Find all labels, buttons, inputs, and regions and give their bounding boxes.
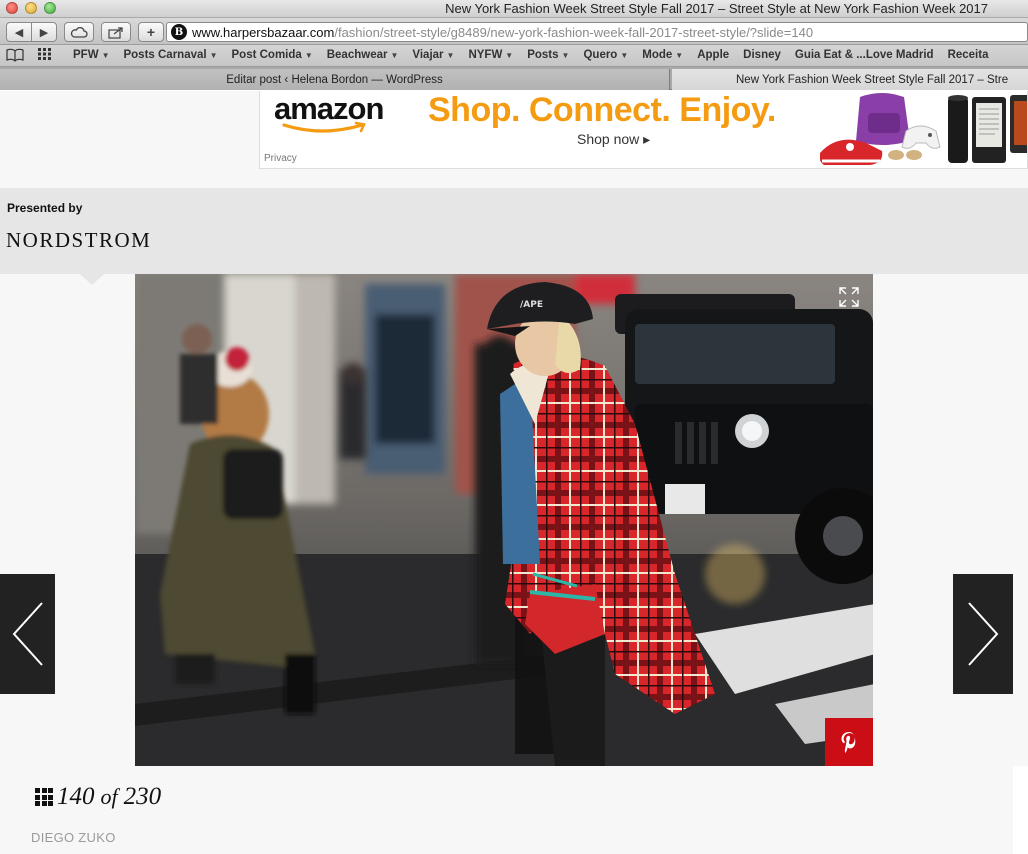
tab-bar: Editar post ‹ Helena Bordon — WordPress … (0, 67, 1028, 90)
bookmark-item[interactable]: Apple (690, 49, 736, 61)
bookmarks-bar: PFW ▼ Posts Carnaval ▼ Post Comida ▼ Beachwear… (0, 45, 1028, 67)
top-sites-icon[interactable] (36, 48, 54, 63)
slide-of-label: of (100, 784, 118, 809)
share-button[interactable] (101, 22, 131, 42)
bookmark-label: Viajar (412, 49, 444, 61)
bookmark-label: Beachwear (326, 49, 388, 61)
bookmark-label: PFW (73, 49, 99, 61)
chevron-down-icon: ▼ (446, 50, 455, 60)
sponsor-band: Presented by NORDSTROM (0, 188, 1028, 274)
chevron-left-icon (12, 602, 43, 666)
bookmark-item[interactable]: Guia Eat & ...Love Madrid (788, 49, 941, 61)
svg-text:/APE: /APE (520, 300, 543, 310)
share-icon (108, 26, 123, 39)
bookmark-label: Post Comida (231, 49, 302, 61)
bookmark-label: Posts (527, 49, 559, 61)
presented-by-label: Presented by (7, 201, 83, 215)
window-titlebar: New York Fashion Week Street Style Fall … (0, 0, 1028, 18)
chevron-right-icon (968, 602, 999, 666)
bookmark-item[interactable]: Beachwear ▼ (320, 49, 406, 61)
street-style-photo: /APE (135, 274, 873, 766)
pinterest-icon (841, 732, 856, 753)
url-path: /fashion/street-style/g8489/new-york-fas… (334, 24, 814, 40)
bookmark-label: Disney (743, 49, 781, 61)
tab-harpers-bazaar[interactable]: New York Fashion Week Street Style Fall … (672, 69, 1028, 90)
web-page: amazon Privacy Shop. Connect. Enjoy. Sho… (0, 91, 1028, 854)
gallery-photo[interactable]: /APE (135, 274, 873, 766)
pinterest-button[interactable] (825, 718, 873, 766)
forward-button[interactable]: ▶ (31, 22, 57, 42)
slide-caption: 140 of 230 DIEGO ZUKO (0, 766, 1013, 854)
minimize-window-button[interactable] (25, 2, 37, 14)
chevron-down-icon: ▼ (304, 50, 313, 60)
shop-now-link[interactable]: Shop now ▸ (577, 131, 650, 148)
address-bar[interactable]: B www.harpersbazaar.com /fashion/street-… (166, 22, 1028, 42)
previous-slide-button[interactable] (0, 574, 55, 694)
tab-wordpress[interactable]: Editar post ‹ Helena Bordon — WordPress (0, 69, 670, 90)
url-domain: www.harpersbazaar.com (192, 24, 335, 40)
bookmark-label: Apple (697, 49, 730, 61)
bookmark-label: Mode (642, 49, 673, 61)
page-gutter (1013, 766, 1028, 854)
ad-products-image (820, 93, 1027, 165)
bookmark-item[interactable]: Post Comida ▼ (225, 49, 320, 61)
window-title: New York Fashion Week Street Style Fall … (445, 1, 988, 16)
amazon-ad-banner[interactable]: amazon Privacy Shop. Connect. Enjoy. Sho… (259, 91, 1028, 169)
bookmark-item[interactable]: Receita (941, 49, 996, 61)
bookmark-label: Posts Carnaval (123, 49, 207, 61)
ad-headline: Shop. Connect. Enjoy. (428, 91, 776, 129)
bookmark-label: Guia Eat & ...Love Madrid (794, 49, 934, 61)
chevron-down-icon: ▼ (620, 50, 629, 60)
slide-counter: 140 of 230 (35, 783, 161, 811)
slide-current-number: 140 (57, 783, 95, 810)
chevron-down-icon: ▼ (390, 50, 399, 60)
nordstrom-logo[interactable]: NORDSTROM (6, 228, 151, 253)
chevron-right-icon: ▶ (39, 26, 49, 39)
bookmark-item[interactable]: Mode ▼ (635, 49, 690, 61)
bookmark-label: Quero (583, 49, 618, 61)
new-tab-button[interactable]: + (138, 22, 164, 42)
bookmark-item[interactable]: Viajar ▼ (405, 49, 461, 61)
bookmark-item[interactable]: PFW ▼ (66, 49, 116, 61)
next-slide-button[interactable] (953, 574, 1013, 694)
close-window-button[interactable] (6, 2, 18, 14)
sponsor-pointer (80, 274, 104, 285)
reading-list-icon[interactable] (6, 48, 24, 63)
chevron-left-icon: ◀ (14, 26, 24, 39)
chevron-down-icon: ▼ (561, 50, 570, 60)
site-favicon: B (171, 24, 187, 40)
cloud-icon (70, 26, 88, 38)
bookmark-item[interactable]: Posts Carnaval ▼ (116, 49, 224, 61)
bookmark-items: PFW ▼ Posts Carnaval ▼ Post Comida ▼ Beachwear… (66, 49, 995, 61)
browser-toolbar: ◀ ▶ + B www.harpersbazaar.com /fashion/s… (0, 18, 1028, 45)
chevron-down-icon: ▼ (101, 50, 110, 60)
bookmark-label: Receita (947, 49, 989, 61)
expand-icon[interactable] (839, 287, 859, 307)
bookmark-item[interactable]: Posts ▼ (520, 49, 576, 61)
chevron-down-icon: ▼ (505, 50, 514, 60)
bookmark-item[interactable]: NYFW ▼ (461, 49, 520, 61)
back-button[interactable]: ◀ (6, 22, 32, 42)
bookmark-item[interactable]: Disney (736, 49, 788, 61)
grid-view-icon[interactable] (35, 788, 53, 806)
slide-total-number: 230 (123, 783, 162, 810)
bookmark-item[interactable]: Quero ▼ (576, 49, 635, 61)
amazon-smile-icon (282, 121, 366, 133)
ad-privacy-link[interactable]: Privacy (264, 153, 297, 164)
icloud-tabs-button[interactable] (64, 22, 94, 42)
photo-credit: DIEGO ZUKO (31, 830, 116, 845)
chevron-down-icon: ▼ (209, 50, 218, 60)
zoom-window-button[interactable] (44, 2, 56, 14)
bookmark-label: NYFW (468, 49, 503, 61)
chevron-down-icon: ▼ (675, 50, 684, 60)
